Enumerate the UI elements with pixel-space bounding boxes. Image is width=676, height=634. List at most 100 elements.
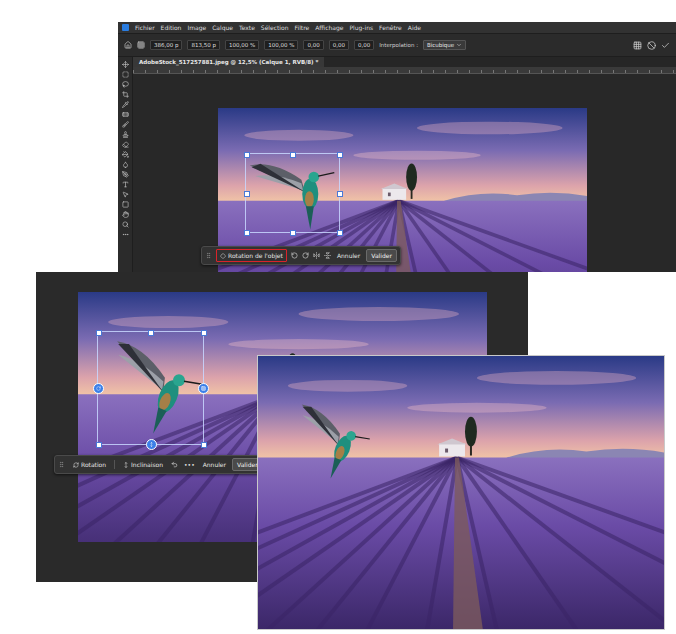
hummingbird (245, 153, 340, 233)
transform-handle[interactable] (244, 230, 250, 236)
transform-mode-button[interactable]: Inclinaison (119, 458, 167, 471)
transform-handle[interactable] (337, 152, 343, 158)
house (437, 439, 467, 457)
skew-handle[interactable] (198, 383, 209, 394)
result-window (257, 355, 665, 630)
blur-tool-icon[interactable] (122, 161, 129, 168)
flip-horizontal-icon[interactable] (313, 252, 320, 259)
transform-handle[interactable] (337, 191, 343, 197)
app-logo-icon[interactable] (122, 24, 129, 31)
interpolation-select[interactable]: Bicubique (423, 40, 466, 50)
photo (258, 356, 664, 629)
rotate-object-button[interactable]: Rotation de l'objet (216, 249, 287, 262)
skew-handle[interactable] (93, 383, 104, 394)
lasso-tool-icon[interactable] (122, 81, 129, 88)
option-field[interactable]: 0,00 (303, 40, 323, 50)
menu-item[interactable]: Sélection (261, 22, 289, 33)
transform-handle[interactable] (201, 330, 207, 336)
tool-column (118, 57, 133, 272)
home-icon[interactable] (124, 41, 132, 49)
transform-handle[interactable] (201, 442, 207, 448)
rotate-left-icon[interactable] (291, 252, 298, 259)
reference-point-icon[interactable] (137, 41, 145, 49)
confirm-button[interactable]: Valider (366, 249, 397, 262)
rotate-object-icon (220, 253, 226, 259)
pen-tool-icon[interactable] (122, 171, 129, 178)
rotate-right-icon[interactable] (302, 252, 309, 259)
menu-bar: Fichier Edition Image Calque Texte Sélection F… (118, 22, 676, 33)
transform-mode-button[interactable]: Rotation (69, 458, 110, 471)
grip-icon[interactable] (205, 252, 212, 259)
transform-mode-icon (123, 462, 129, 468)
transform-handle[interactable] (96, 330, 102, 336)
photo-frame (257, 355, 665, 630)
brush-tool-icon[interactable] (122, 121, 129, 128)
menu-item[interactable]: Affichage (315, 22, 343, 33)
transform-handle[interactable] (290, 152, 296, 158)
zoom-tool-icon[interactable] (122, 221, 129, 228)
tree (465, 417, 477, 456)
cancel-button[interactable]: Annuler (201, 459, 228, 470)
transform-handle[interactable] (244, 191, 250, 197)
menu-item[interactable]: Plug-ins (349, 22, 373, 33)
option-field[interactable]: 100,00 % (264, 40, 298, 50)
warp-icon[interactable] (633, 41, 642, 50)
document-tab[interactable]: AdobeStock_517257881.jpeg @ 12,5% (Calqu… (133, 57, 324, 67)
hand-tool-icon[interactable] (122, 211, 129, 218)
transform-handle[interactable] (96, 442, 102, 448)
option-field[interactable]: 0,00 (354, 40, 374, 50)
menu-item[interactable]: Aide (408, 22, 421, 33)
contextual-task-bar: Rotation de l'objet Annuler Valider (201, 246, 401, 265)
marquee-tool-icon[interactable] (122, 71, 129, 78)
options-bar: 386,00 p 813,50 p 100,00 % 100,00 % 0,00 0,00… (118, 33, 676, 57)
transform-box[interactable] (97, 331, 204, 445)
option-field[interactable]: 100,00 % (225, 40, 259, 50)
transform-handle[interactable] (148, 330, 154, 336)
menu-item[interactable]: Fichier (135, 22, 155, 33)
cancel-button[interactable]: Annuler (335, 250, 362, 261)
transform-box[interactable] (245, 153, 340, 233)
more-tool-icon[interactable] (122, 231, 129, 238)
type-tool-icon[interactable] (122, 181, 129, 188)
selection-tool-icon[interactable] (122, 191, 129, 198)
skew-handle[interactable] (146, 439, 157, 450)
option-field[interactable]: 813,50 p (187, 40, 219, 50)
transform-handle[interactable] (290, 230, 296, 236)
flip-vertical-icon[interactable] (324, 252, 331, 259)
cancel-icon[interactable] (647, 41, 656, 50)
undo-icon[interactable] (171, 461, 178, 468)
eyedropper-tool-icon[interactable] (122, 101, 129, 108)
bucket-tool-icon[interactable] (122, 151, 129, 158)
canvas: Rotation de l'objet Annuler Valider (133, 74, 676, 272)
eraser-tool-icon[interactable] (122, 141, 129, 148)
ruler (133, 67, 676, 74)
crop-tool-icon[interactable] (122, 91, 129, 98)
menu-item[interactable]: Texte (239, 22, 255, 33)
menu-item[interactable]: Fenêtre (379, 22, 402, 33)
tree (406, 163, 417, 198)
rotate-icon (96, 386, 101, 391)
grid-icon (201, 386, 206, 391)
option-field[interactable]: 386,00 p (150, 40, 182, 50)
transform-handle[interactable] (337, 230, 343, 236)
interpolation-label: Interpolation : (379, 42, 418, 48)
menu-item[interactable]: Calque (212, 22, 233, 33)
collage: Fichier Edition Image Calque Texte Sélection F… (0, 0, 676, 634)
stamp-tool-icon[interactable] (122, 131, 129, 138)
commit-icon[interactable] (661, 41, 670, 50)
transform-mode-icon (73, 462, 79, 468)
menu-item[interactable]: Filtre (295, 22, 310, 33)
shape-tool-icon[interactable] (122, 201, 129, 208)
move-icon (149, 442, 154, 447)
option-field[interactable]: 0,00 (329, 40, 349, 50)
transform-handle[interactable] (244, 152, 250, 158)
chevron-down-icon (456, 42, 462, 48)
healing-tool-icon[interactable] (122, 111, 129, 118)
more-button[interactable]: ••• (182, 459, 197, 470)
contextual-task-bar: RotationInclinaison•••AnnulerValider (54, 455, 267, 474)
menu-item[interactable]: Image (187, 22, 206, 33)
editor-window: Fichier Edition Image Calque Texte Sélection F… (118, 22, 676, 272)
grip-icon[interactable] (58, 461, 65, 468)
move-tool-icon[interactable] (122, 61, 129, 68)
menu-item[interactable]: Edition (161, 22, 182, 33)
